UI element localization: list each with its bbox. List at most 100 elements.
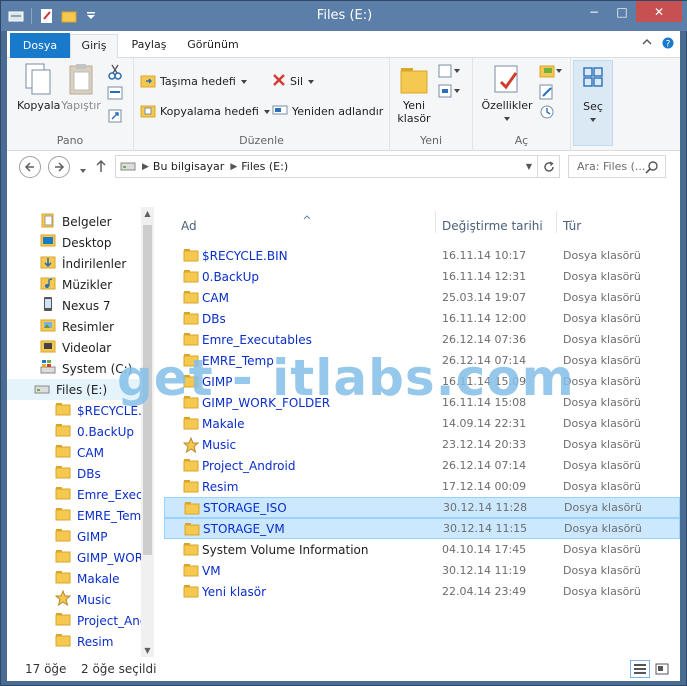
nav-item[interactable]: İndirilenler bbox=[7, 253, 147, 274]
file-row[interactable]: $RECYCLE.BIN 16.11.14 10:17 Dosya klasörü bbox=[164, 245, 680, 266]
file-row[interactable]: System Volume Information 04.10.14 17:45 D… bbox=[164, 539, 680, 560]
nav-subfolder-item[interactable]: Project_Android bbox=[7, 610, 154, 631]
file-type: Dosya klasörü bbox=[564, 522, 642, 535]
nav-subfolder-item[interactable]: CAM bbox=[7, 442, 147, 463]
nav-subfolder-item[interactable]: Makale bbox=[7, 568, 147, 589]
folder-icon bbox=[184, 501, 200, 518]
file-row[interactable]: VM 30.12.14 11:19 Dosya klasörü bbox=[164, 560, 680, 581]
move-to-button[interactable]: Taşıma hedefi bbox=[140, 71, 248, 91]
move-to-label: Taşıma hedefi bbox=[160, 74, 236, 88]
rename-label: Yeniden adlandır bbox=[292, 104, 384, 118]
nav-subfolder-item[interactable]: Emre_Executables bbox=[7, 484, 154, 505]
breadcrumb-separator[interactable]: ▶ bbox=[142, 162, 149, 172]
file-row[interactable]: CAM 25.03.14 19:07 Dosya klasörü bbox=[164, 287, 680, 308]
ribbon: Kopyala Yapıştır Pano Taşıma hedefi Kopy… bbox=[7, 58, 680, 151]
cut-icon[interactable] bbox=[107, 64, 123, 83]
maximize-button[interactable]: □ bbox=[608, 1, 636, 22]
breadcrumb-this-pc[interactable]: Bu bilgisayar bbox=[153, 160, 224, 173]
file-row[interactable]: Emre_Executables 26.12.14 07:36 Dosya klas… bbox=[164, 329, 680, 350]
tab-file[interactable]: Dosya bbox=[10, 33, 70, 58]
edit-icon[interactable] bbox=[539, 84, 555, 103]
delete-button[interactable]: Sil bbox=[272, 71, 315, 91]
file-date: 26.12.14 07:36 bbox=[442, 333, 527, 346]
copy-path-icon[interactable] bbox=[107, 86, 123, 103]
nav-item[interactable]: Müzikler bbox=[7, 274, 147, 295]
address-dropdown-icon[interactable]: ▼ bbox=[522, 156, 536, 177]
new-item-icon[interactable] bbox=[438, 64, 462, 81]
nav-subfolder-item[interactable]: 0.BackUp bbox=[7, 421, 147, 442]
breadcrumb-separator[interactable]: ▶ bbox=[230, 162, 237, 172]
up-button[interactable] bbox=[95, 159, 107, 176]
ribbon-collapse-icon[interactable] bbox=[642, 37, 652, 52]
nav-subfolder-label: Music bbox=[77, 592, 112, 607]
back-button[interactable] bbox=[19, 156, 41, 178]
file-row[interactable]: Makale 14.09.14 22:31 Dosya klasörü bbox=[164, 413, 680, 434]
copy-button[interactable]: Kopyala bbox=[17, 62, 60, 112]
folder-icon bbox=[55, 528, 71, 545]
nav-subfolder-item[interactable]: Music bbox=[7, 589, 147, 610]
file-row[interactable]: Music 23.12.14 20:33 Dosya klasörü bbox=[164, 434, 680, 455]
history-icon[interactable] bbox=[539, 104, 555, 123]
large-icons-view-button[interactable] bbox=[652, 660, 672, 678]
search-input[interactable]: Ara: Files (... bbox=[568, 155, 666, 178]
paste-button[interactable]: Yapıştır bbox=[59, 62, 103, 112]
close-button[interactable]: ✕ bbox=[636, 1, 682, 22]
recent-locations-icon[interactable] bbox=[79, 163, 87, 177]
nav-item[interactable]: Belgeler bbox=[7, 211, 147, 232]
file-row[interactable]: 0.BackUp 16.11.14 12:31 Dosya klasörü bbox=[164, 266, 680, 287]
column-separator[interactable] bbox=[435, 211, 436, 233]
star-folder-icon bbox=[182, 436, 200, 456]
paste-shortcut-icon[interactable] bbox=[107, 108, 123, 127]
status-bar: 17 öğe 2 öğe seçildi bbox=[7, 657, 680, 681]
paste-label: Yapıştır bbox=[61, 99, 101, 112]
new-folder-button[interactable]: Yeni klasör bbox=[394, 62, 434, 125]
tab-share[interactable]: Paylaş bbox=[123, 34, 175, 58]
easy-access-icon[interactable] bbox=[438, 84, 462, 101]
sort-ascending-icon bbox=[303, 209, 311, 223]
tab-view[interactable]: Görünüm bbox=[183, 34, 243, 58]
open-icon[interactable] bbox=[539, 64, 563, 81]
file-name: 0.BackUp bbox=[202, 269, 259, 284]
nav-item[interactable]: Resimler bbox=[7, 316, 147, 337]
folder-icon bbox=[183, 416, 199, 433]
nav-scroll-down-icon[interactable]: ▼ bbox=[141, 644, 154, 657]
nav-subfolder-item[interactable]: DBs bbox=[7, 463, 147, 484]
file-row[interactable]: Yeni klasör 22.04.14 23:49 Dosya klasörü bbox=[164, 581, 680, 602]
nav-subfolder-item[interactable]: Resim bbox=[7, 631, 147, 652]
folder-icon bbox=[55, 465, 71, 482]
rename-button[interactable]: Yeniden adlandır bbox=[272, 101, 383, 121]
search-placeholder: Ara: Files (... bbox=[577, 160, 646, 173]
properties-button[interactable]: Özellikler bbox=[481, 62, 533, 125]
file-type: Dosya klasörü bbox=[563, 438, 641, 451]
column-separator[interactable] bbox=[556, 211, 557, 233]
nav-subfolder-item[interactable]: EMRE_Temp bbox=[7, 505, 149, 526]
file-row[interactable]: DBs 16.11.14 12:00 Dosya klasörü bbox=[164, 308, 680, 329]
minimize-button[interactable]: − bbox=[580, 1, 608, 22]
column-header-name[interactable]: Ad bbox=[181, 211, 197, 241]
select-group: Seç bbox=[573, 58, 615, 151]
tab-home[interactable]: Giriş bbox=[70, 34, 118, 58]
file-row[interactable]: Project_Android 26.12.14 07:14 Dosya klasö… bbox=[164, 455, 680, 476]
forward-button[interactable] bbox=[48, 156, 70, 178]
column-header-type[interactable]: Tür bbox=[563, 211, 581, 241]
nav-scroll-up-icon[interactable]: ▲ bbox=[141, 207, 154, 220]
nav-scrollbar[interactable]: ▲ ▼ bbox=[141, 207, 154, 657]
address-field[interactable]: ▶ Bu bilgisayar ▶ Files (E:) ▼ bbox=[115, 155, 560, 178]
details-view-button[interactable] bbox=[630, 660, 650, 678]
nav-item[interactable]: Desktop bbox=[7, 232, 147, 253]
breadcrumb-files-e[interactable]: Files (E:) bbox=[241, 160, 288, 173]
help-icon[interactable]: ? bbox=[662, 37, 674, 52]
file-row[interactable]: Resim 17.12.14 00:09 Dosya klasörü bbox=[164, 476, 680, 497]
column-header-date[interactable]: Değiştirme tarihi bbox=[442, 211, 543, 241]
copy-to-button[interactable]: Kopyalama hedefi bbox=[140, 101, 271, 121]
nav-subfolder-item[interactable]: GIMP_WORK_FOLDER bbox=[7, 547, 154, 568]
nav-item[interactable]: Nexus 7 bbox=[7, 295, 147, 316]
file-row[interactable]: STORAGE_VM 30.12.14 11:15 Dosya klasörü bbox=[164, 518, 680, 539]
file-row[interactable]: STORAGE_ISO 30.12.14 11:28 Dosya klasörü bbox=[164, 497, 680, 518]
clipboard-group-label: Pano bbox=[56, 134, 84, 147]
select-button[interactable]: Seç bbox=[573, 60, 613, 146]
nav-item-label: Videolar bbox=[62, 340, 112, 355]
phone-icon bbox=[40, 296, 56, 315]
refresh-button[interactable] bbox=[537, 156, 559, 177]
nav-subfolder-item[interactable]: GIMP bbox=[7, 526, 147, 547]
